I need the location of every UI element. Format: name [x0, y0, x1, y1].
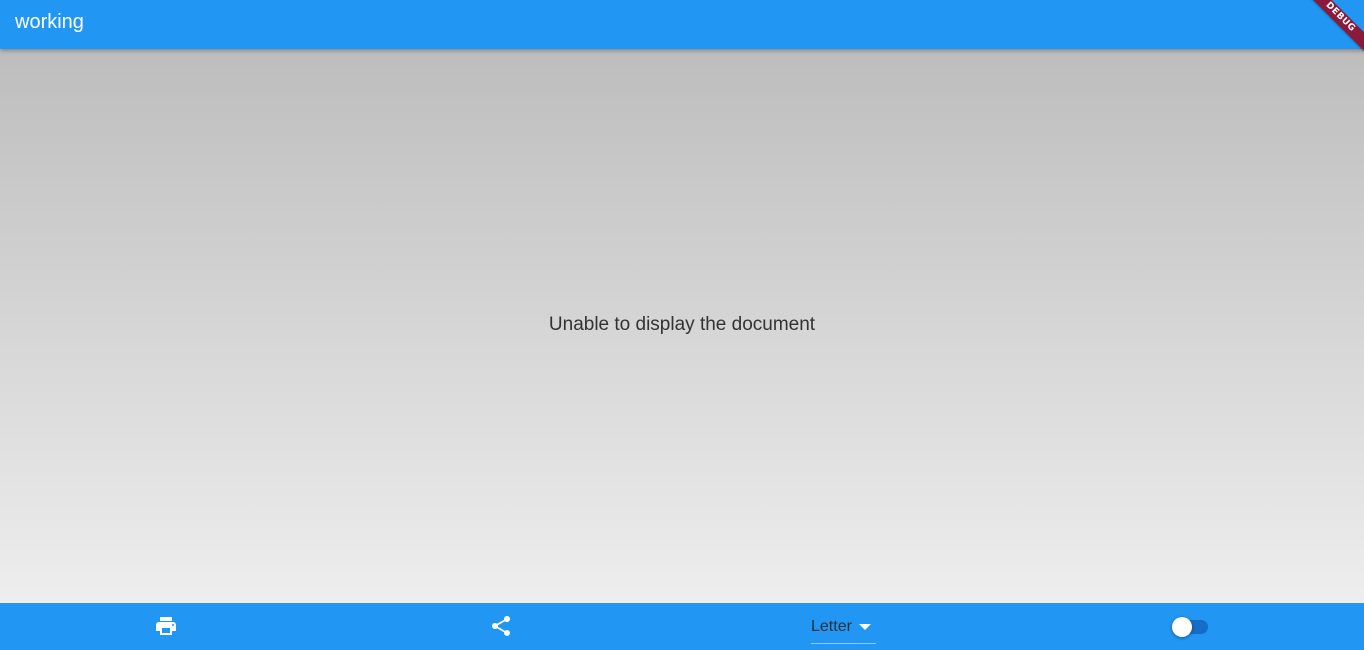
toggle-switch[interactable]	[1172, 617, 1210, 637]
debug-banner: DEBUG	[1304, 0, 1364, 60]
error-message: Unable to display the document	[548, 314, 816, 335]
toggle-thumb	[1172, 617, 1192, 637]
app-bar: working	[0, 0, 1364, 49]
print-icon	[156, 617, 176, 635]
app-window: working DEBUG Unable to display the docu…	[0, 0, 1364, 650]
app-title: working	[15, 11, 84, 33]
share-icon	[492, 616, 510, 636]
document-preview-area: Unable to display the document	[0, 49, 1364, 603]
print-button[interactable]	[154, 614, 178, 638]
share-button[interactable]	[489, 614, 513, 638]
page-format-value: Letter	[811, 618, 852, 635]
arrow-drop-down-icon	[859, 624, 871, 630]
bottom-toolbar: Letter	[0, 603, 1364, 650]
debug-banner-label: DEBUG	[1304, 0, 1364, 58]
page-format-dropdown[interactable]: Letter	[811, 614, 876, 644]
